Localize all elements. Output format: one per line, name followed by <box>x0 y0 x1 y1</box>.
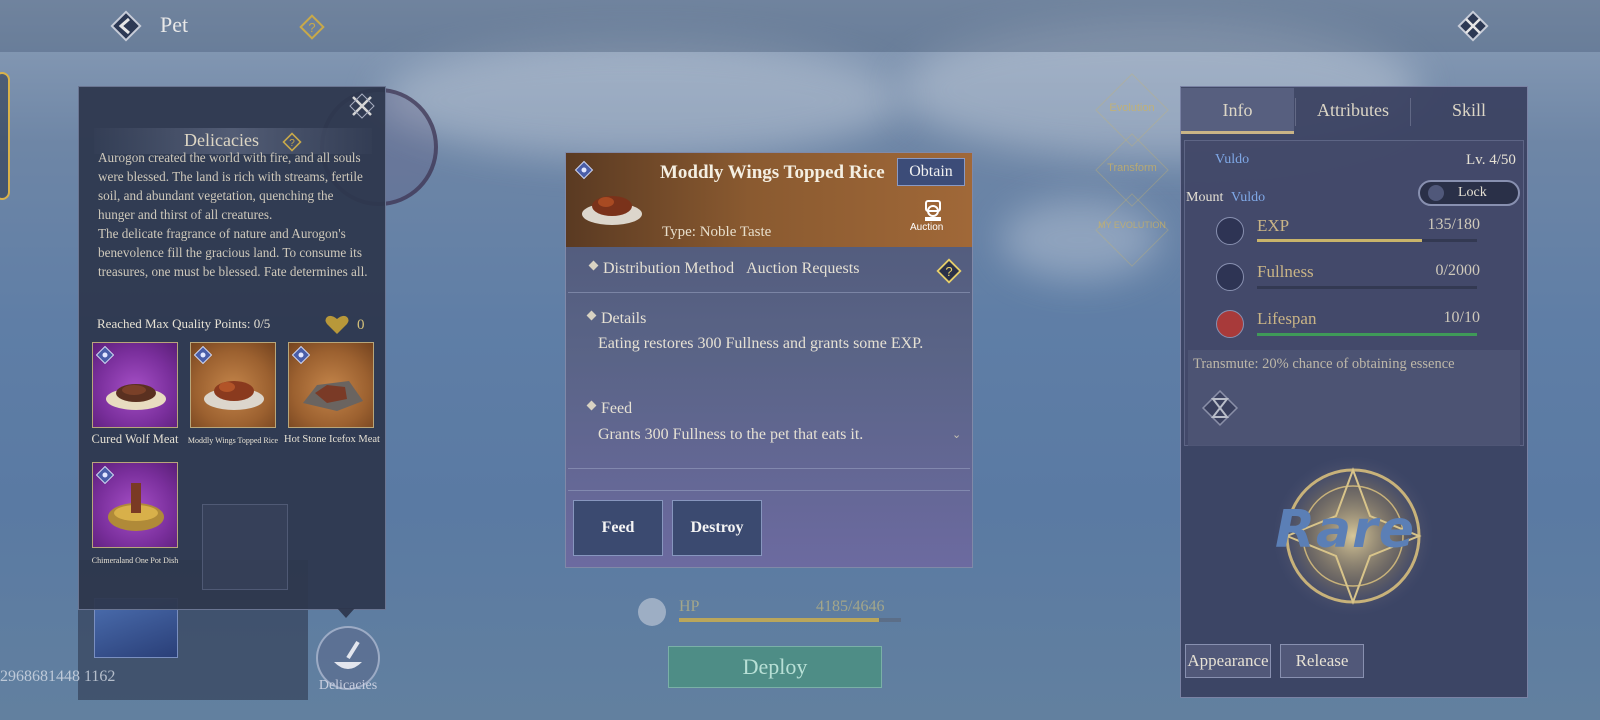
delicacies-tab-label: Delicacies <box>318 678 378 693</box>
item-name: Moddly Wings Topped Rice <box>660 162 885 183</box>
exp-icon <box>1216 217 1244 245</box>
cloud <box>380 40 900 160</box>
pet-name: Vuldo <box>1215 152 1250 167</box>
transform-label: Transform <box>1107 162 1157 174</box>
food-label: Moddly Wings Topped Rice <box>187 436 279 445</box>
food-label: Cured Wolf Meat <box>91 432 179 446</box>
player-id: 2968681448 1162 <box>0 668 116 685</box>
left-edge-tab[interactable] <box>0 72 10 200</box>
release-button[interactable]: Release <box>1280 644 1364 678</box>
hp-bar-fill <box>679 618 879 622</box>
appearance-button[interactable]: Appearance <box>1185 644 1271 678</box>
svg-text:?: ? <box>945 264 952 279</box>
svg-text:?: ? <box>308 20 315 35</box>
lifespan-bar-fill <box>1257 333 1477 336</box>
quality-points: Reached Max Quality Points: 0/5 <box>97 316 271 331</box>
bullet-diamond <box>586 310 597 321</box>
back-icon <box>110 10 142 42</box>
scroll-down-icon[interactable]: ⌄ <box>952 428 961 441</box>
stat-label: EXP <box>1257 216 1290 235</box>
one-pot-dish-icon <box>108 483 164 531</box>
exp-bar-fill <box>1257 239 1422 242</box>
food-slot-chimeraland-one-pot[interactable] <box>92 462 178 548</box>
hot-stone-icefox-meat-icon <box>303 381 363 411</box>
close-button[interactable] <box>1455 8 1491 44</box>
lock-toggle-knob <box>1428 185 1444 201</box>
food-slot-empty <box>202 504 288 590</box>
tab-info[interactable]: Info <box>1181 88 1294 134</box>
distribution-label: Distribution Method <box>603 260 735 277</box>
lock-label: Lock <box>1458 185 1487 200</box>
delicacies-close-button[interactable] <box>348 92 376 120</box>
hp-label: HP <box>679 598 700 615</box>
essence-icon[interactable] <box>1198 386 1242 430</box>
auction-icon <box>920 198 946 224</box>
exp-bar <box>1257 239 1477 242</box>
deploy-button[interactable]: Deploy <box>668 646 882 688</box>
mount-label: Mount <box>1186 190 1224 205</box>
lifespan-bar <box>1257 333 1477 336</box>
food-label: Chimeraland One Pot Dish <box>91 556 179 565</box>
hp-value: 4185/4646 <box>816 598 885 615</box>
help-icon[interactable]: ? <box>298 13 326 41</box>
obtain-button[interactable]: Obtain <box>897 158 965 186</box>
food-slot-hot-stone-icefox-meat[interactable] <box>288 342 374 428</box>
evolution-label: Evolution <box>1109 102 1155 114</box>
divider <box>568 490 970 491</box>
tab-attributes[interactable]: Attributes <box>1296 88 1410 134</box>
bullet-diamond <box>586 400 597 411</box>
stat-value: 10/10 <box>1443 309 1480 326</box>
cured-wolf-meat-icon <box>106 384 166 410</box>
paw-badge-icon <box>574 160 594 180</box>
bullet-diamond <box>588 260 599 271</box>
stat-label: Fullness <box>1257 262 1314 281</box>
food-slot-cured-wolf-meat[interactable] <box>92 342 178 428</box>
auction-label: Auction <box>910 222 944 233</box>
hp-bar <box>679 618 901 622</box>
transmute-text: Transmute: 20% chance of obtaining essen… <box>1193 356 1455 372</box>
heart-count: 0 <box>357 317 365 333</box>
fullness-bar <box>1257 286 1477 289</box>
moddly-wings-rice-icon <box>204 381 264 410</box>
tab-skill[interactable]: Skill <box>1411 88 1527 134</box>
delicacies-description: Aurogon created the world with fire, and… <box>98 150 368 279</box>
rarity-label: Rare <box>1275 500 1416 560</box>
feed-body: Grants 300 Fullness to the pet that eats… <box>598 426 864 443</box>
stat-label: Lifespan <box>1257 309 1317 328</box>
divider <box>568 468 970 469</box>
distribution-row: Distribution Method Auction Requests <box>588 260 860 278</box>
close-icon <box>349 93 375 119</box>
my-evolution-label: MY EVOLUTION <box>1098 220 1166 230</box>
item-type: Type: Noble Taste <box>662 224 772 240</box>
close-icon <box>1457 10 1489 42</box>
help-icon[interactable]: ? <box>936 258 962 284</box>
distribution-value: Auction Requests <box>746 260 860 277</box>
feed-title: Feed <box>586 400 633 418</box>
details-body: Eating restores 300 Fullness and grants … <box>598 335 924 352</box>
hp-drop-icon <box>638 598 666 626</box>
mount-name: Vuldo <box>1231 190 1266 205</box>
details-title: Details <box>586 310 647 328</box>
panel-pointer <box>337 608 355 618</box>
lifespan-heart-icon <box>1216 310 1244 338</box>
food-label: Hot Stone Icefox Meat <box>284 434 380 445</box>
divider <box>568 292 970 293</box>
feed-title-text: Feed <box>601 400 633 417</box>
top-bar <box>0 0 1600 52</box>
feed-button[interactable]: Feed <box>573 500 663 556</box>
stat-value: 135/180 <box>1427 216 1480 233</box>
details-title-text: Details <box>601 310 647 327</box>
stat-value: 0/2000 <box>1435 262 1480 279</box>
back-button[interactable] <box>108 8 144 44</box>
pet-level: Lv. 4/50 <box>1466 152 1516 168</box>
food-slot-moddly-wings-rice[interactable] <box>190 342 276 428</box>
moddly-wings-rice-icon <box>578 180 646 230</box>
destroy-button[interactable]: Destroy <box>672 500 762 556</box>
heart-icon <box>324 314 350 336</box>
page-title: Pet <box>160 12 189 37</box>
fullness-icon <box>1216 263 1244 291</box>
